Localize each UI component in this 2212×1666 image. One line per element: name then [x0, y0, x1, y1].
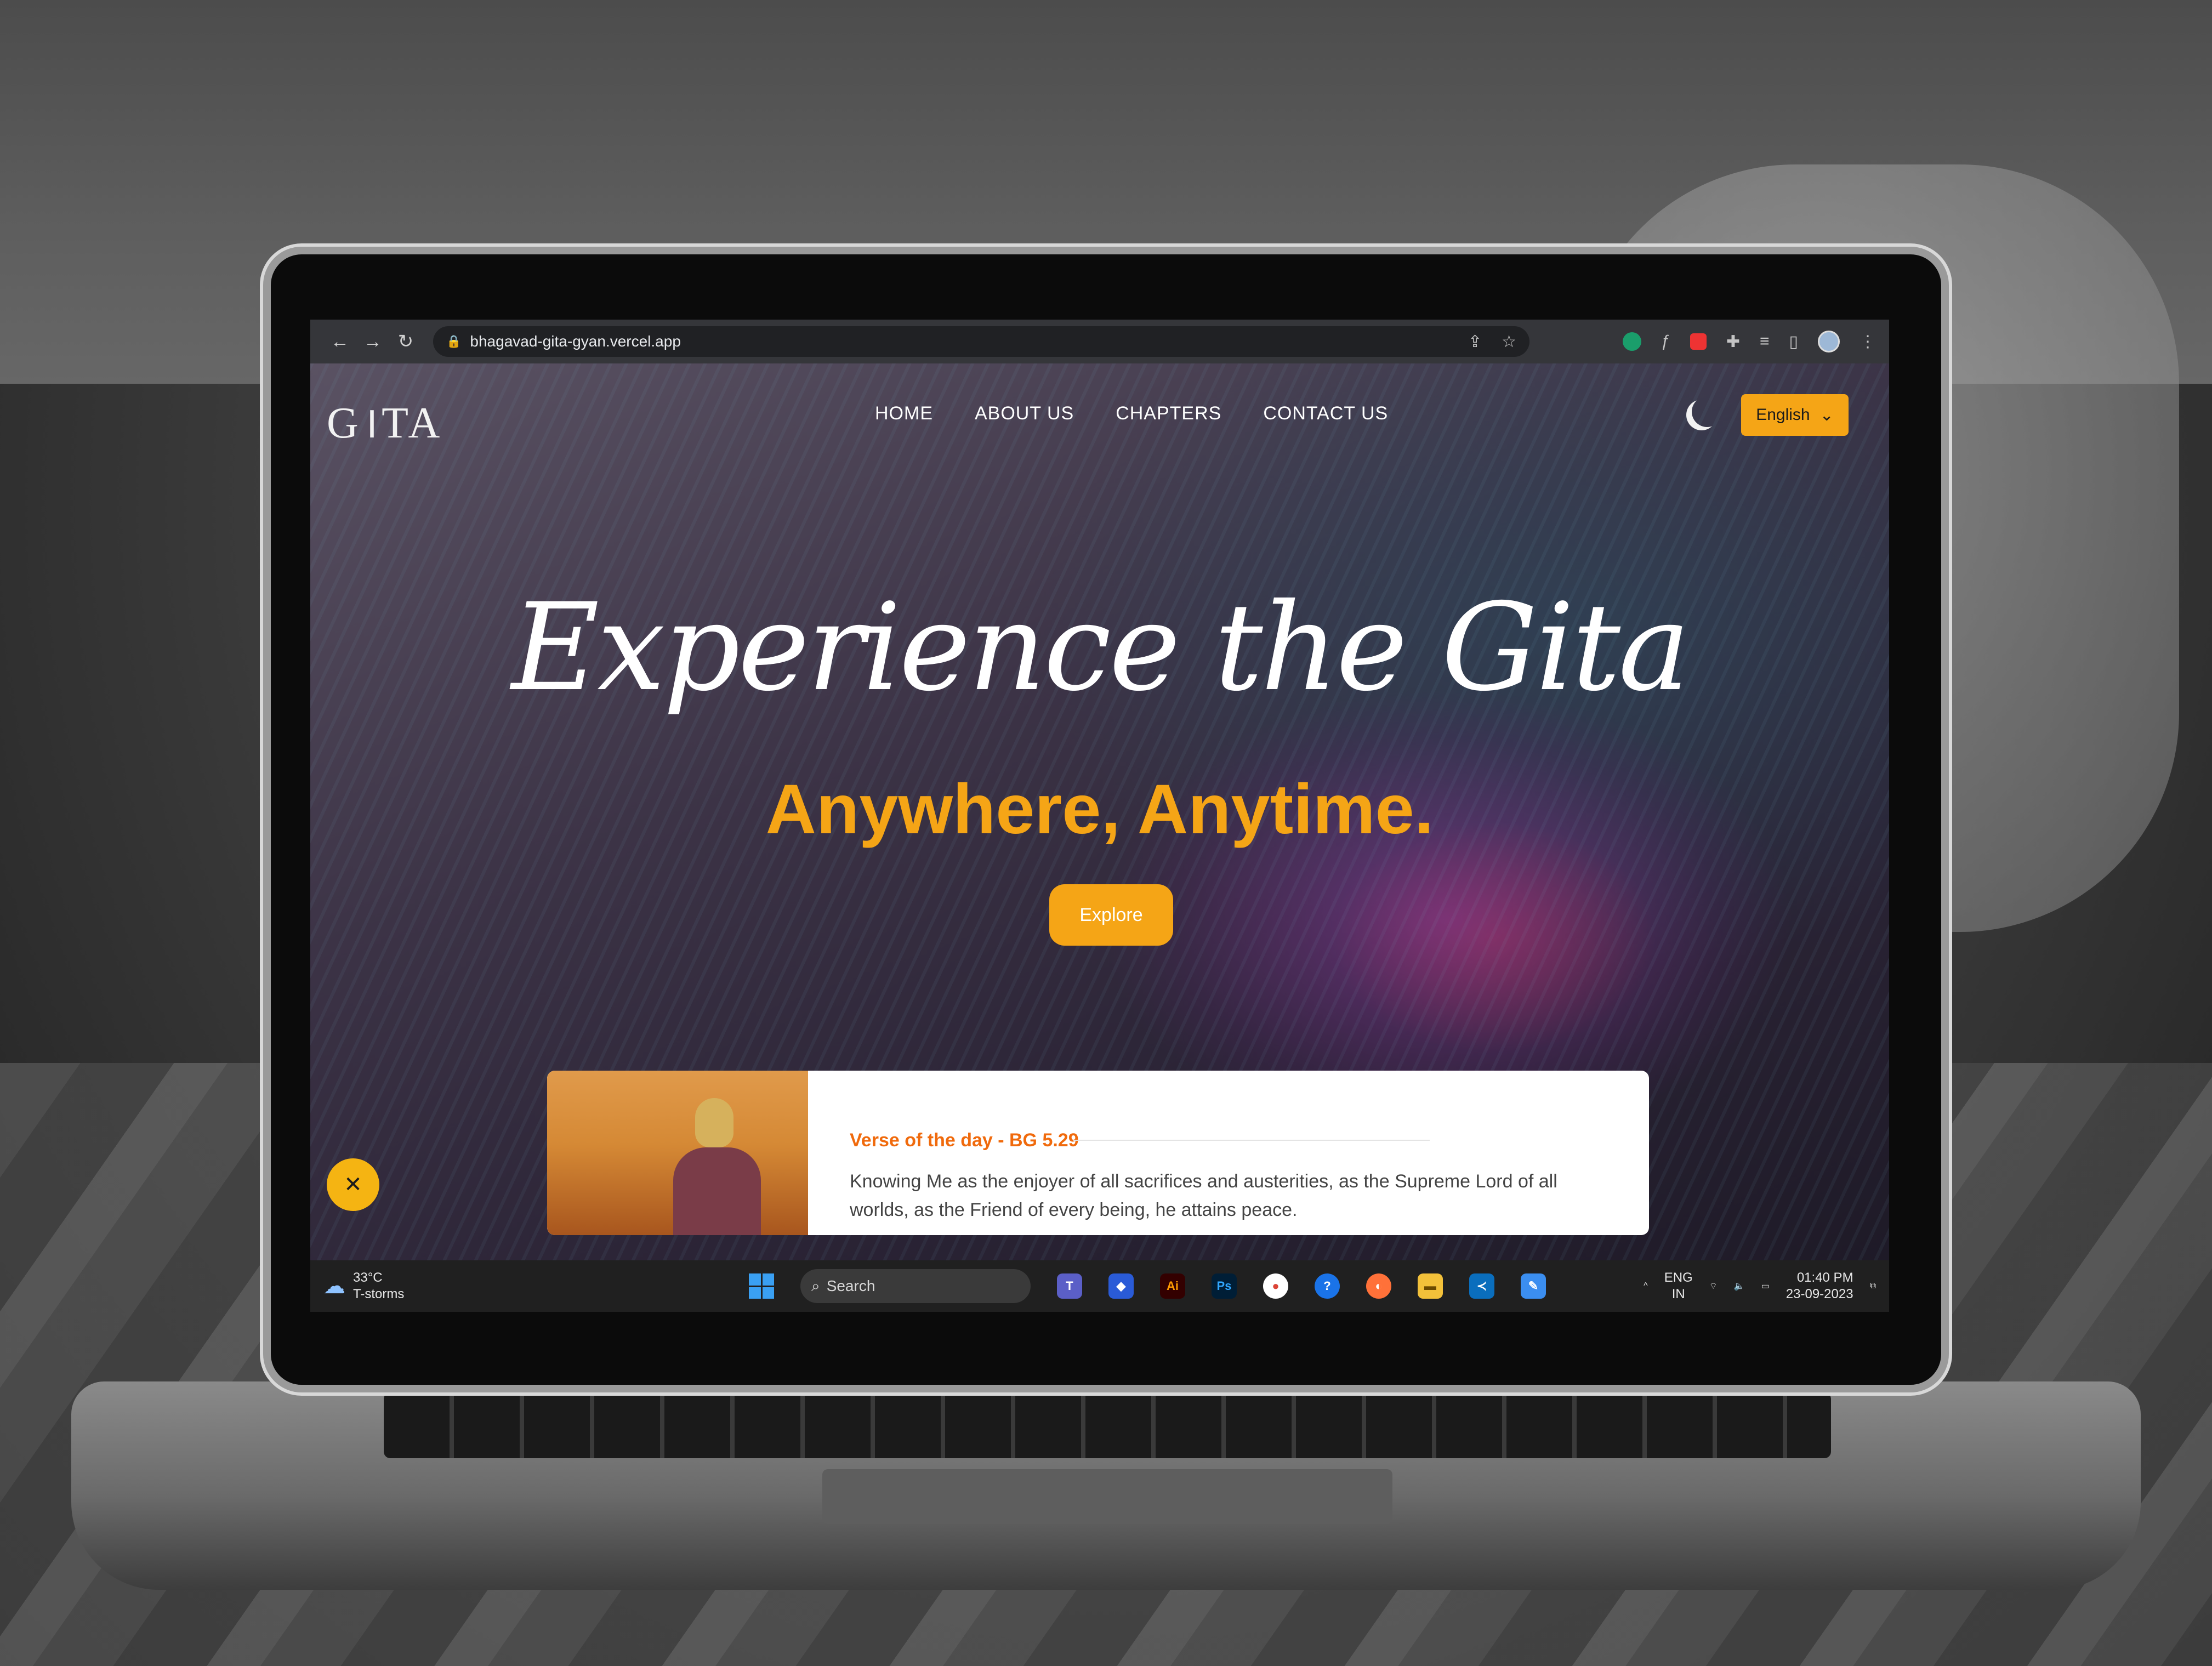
teams-icon[interactable]: T [1057, 1273, 1082, 1299]
thunderstorm-icon: ☁ [323, 1274, 345, 1298]
function-extension-icon[interactable]: ƒ [1661, 332, 1670, 351]
verse-title: Verse of the day - BG 5.29 [850, 1130, 1079, 1151]
chrome-icon[interactable]: ● [1263, 1273, 1288, 1299]
krishna-illustration [547, 1071, 808, 1235]
language-select[interactable]: English ⌄ [1741, 394, 1849, 436]
search-label: Search [826, 1277, 875, 1294]
hero-title: Experience the Gita [511, 577, 1690, 718]
profile-avatar[interactable] [1818, 331, 1840, 352]
krishna-head-shape [695, 1098, 733, 1147]
battery-icon[interactable]: ▭ [1761, 1281, 1770, 1292]
windows-taskbar: ☁ 33°C T-storms ⌕ Search T ◆ Ai Ps ● ? ◐… [310, 1260, 1889, 1312]
chevron-down-icon: ⌄ [1819, 406, 1834, 424]
weather-widget[interactable]: ☁ 33°C T-storms [323, 1270, 404, 1303]
nav-about-us[interactable]: ABOUT US [975, 403, 1074, 424]
nav-chapters[interactable]: CHAPTERS [1116, 403, 1221, 424]
laptop-keyboard [384, 1392, 1831, 1458]
back-arrow-icon[interactable]: ← [323, 331, 356, 352]
extensions-puzzle-icon[interactable]: ✚ [1726, 332, 1740, 351]
verse-text: Knowing Me as the enjoyer of all sacrifi… [850, 1171, 1557, 1220]
krishna-body-shape [673, 1147, 761, 1235]
chevron-up-icon[interactable]: ^ [1644, 1281, 1648, 1291]
recorder-extension-icon[interactable] [1690, 333, 1707, 350]
paint-app-icon[interactable]: ✎ [1521, 1273, 1546, 1299]
photoshop-icon[interactable]: Ps [1212, 1273, 1237, 1299]
laptop-trackpad [822, 1469, 1392, 1524]
firefox-icon[interactable]: ◐ [1366, 1273, 1391, 1299]
copilot-icon[interactable]: ◆ [1108, 1273, 1134, 1299]
reading-list-icon[interactable]: ≡ [1760, 332, 1770, 351]
kebab-menu-icon[interactable]: ⋮ [1860, 332, 1876, 351]
share-icon[interactable]: ⇪ [1468, 332, 1482, 351]
url-text: bhagavad-gita-gyan.vercel.app [470, 333, 681, 350]
nav-contact-us[interactable]: CONTACT US [1263, 403, 1388, 424]
language-label: English [1756, 406, 1810, 424]
vscode-icon[interactable]: ≺ [1469, 1273, 1494, 1299]
language-code: ENG [1664, 1270, 1693, 1285]
taskbar-search[interactable]: ⌕ Search [800, 1269, 1031, 1303]
verse-divider [1073, 1140, 1430, 1141]
browser-toolbar: ← → ↻ 🔒 bhagavad-gita-gyan.vercel.app ⇪ … [310, 320, 1889, 363]
forward-arrow-icon[interactable]: → [356, 331, 389, 352]
taskbar-apps: ⌕ Search T ◆ Ai Ps ● ? ◐ ▬ ≺ ✎ [749, 1269, 1546, 1303]
weather-temperature: 33°C [353, 1270, 383, 1285]
search-icon: ⌕ [811, 1277, 820, 1294]
windows-start-icon[interactable] [749, 1273, 774, 1299]
clock-time: 01:40 PM [1796, 1270, 1853, 1285]
website-hero: G।TA HOME ABOUT US CHAPTERS CONTACT US E… [310, 363, 1889, 1260]
verse-of-the-day-card: Verse of the day - BG 5.29 Knowing Me as… [547, 1071, 1649, 1235]
illustrator-icon[interactable]: Ai [1160, 1273, 1185, 1299]
laptop-screen: ← → ↻ 🔒 bhagavad-gita-gyan.vercel.app ⇪ … [310, 320, 1889, 1312]
site-logo[interactable]: G।TA [327, 391, 443, 451]
help-icon[interactable]: ? [1315, 1273, 1340, 1299]
lock-icon: 🔒 [446, 334, 462, 348]
input-language[interactable]: ENG IN [1664, 1270, 1693, 1303]
wifi-icon[interactable]: ⌔ [1709, 1281, 1718, 1292]
main-navigation: HOME ABOUT US CHAPTERS CONTACT US [875, 403, 1388, 424]
grammarly-extension-icon[interactable] [1623, 332, 1642, 351]
side-panel-icon[interactable]: ▯ [1789, 332, 1798, 351]
nav-home[interactable]: HOME [875, 403, 933, 424]
bookmark-star-icon[interactable]: ☆ [1502, 332, 1516, 351]
notifications-icon[interactable]: ⧉ [1870, 1281, 1876, 1291]
system-tray: ^ ENG IN ⌔ 🔈 ▭ 01:40 PM 23-09-2023 ⧉ [1644, 1270, 1876, 1303]
volume-icon[interactable]: 🔈 [1734, 1281, 1745, 1292]
region-code: IN [1671, 1287, 1685, 1301]
taskbar-clock[interactable]: 01:40 PM 23-09-2023 [1786, 1270, 1853, 1303]
clock-date: 23-09-2023 [1785, 1287, 1853, 1301]
dark-mode-moon-icon[interactable] [1692, 396, 1722, 427]
file-explorer-icon[interactable]: ▬ [1418, 1273, 1443, 1299]
explore-button[interactable]: Explore [1049, 884, 1173, 946]
address-bar[interactable]: 🔒 bhagavad-gita-gyan.vercel.app ⇪ ☆ [433, 326, 1529, 357]
hero-subtitle: Anywhere, Anytime. [765, 770, 1434, 849]
weather-description: T-storms [353, 1287, 405, 1301]
mute-audio-icon[interactable]: ✕ [327, 1158, 379, 1211]
reload-icon[interactable]: ↻ [389, 331, 422, 352]
